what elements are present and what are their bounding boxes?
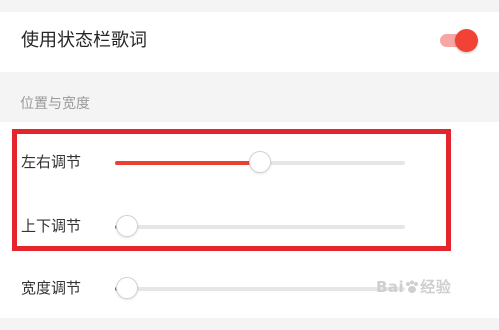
vertical-adjust-slider[interactable] [115,215,405,237]
slider-fill [115,161,260,165]
baidu-jingyan-watermark: Bai 经验 [376,276,451,297]
horizontal-adjust-slider[interactable] [115,151,405,173]
vertical-adjust-row: 上下调节 [0,197,499,257]
statusbar-lyrics-toggle[interactable] [440,29,478,52]
horizontal-adjust-row: 左右调节 [0,133,499,193]
bottom-divider [0,318,499,330]
slider-thumb[interactable] [115,277,138,299]
slider-thumb[interactable] [115,215,138,237]
top-divider [0,0,499,12]
horizontal-adjust-label: 左右调节 [21,153,82,171]
section-title: 位置与宽度 [20,96,90,112]
slider-track [115,225,405,229]
statusbar-lyrics-label: 使用状态栏歌词 [21,30,147,51]
statusbar-lyrics-row[interactable]: 使用状态栏歌词 [0,12,499,72]
width-adjust-slider[interactable] [115,277,405,299]
paw-icon [406,280,419,293]
toggle-thumb[interactable] [455,29,478,52]
lyrics-settings-page: 使用状态栏歌词 位置与宽度 左右调节 上下调节 宽度调节 Bai 经验 [0,0,499,330]
position-width-section-header: 位置与宽度 [0,72,499,122]
slider-track [115,287,405,291]
slider-thumb[interactable] [249,151,271,173]
vertical-adjust-label: 上下调节 [21,217,82,235]
watermark-text-left: Bai [376,278,405,296]
width-adjust-label: 宽度调节 [21,279,82,297]
watermark-text-right: 经验 [420,278,452,296]
